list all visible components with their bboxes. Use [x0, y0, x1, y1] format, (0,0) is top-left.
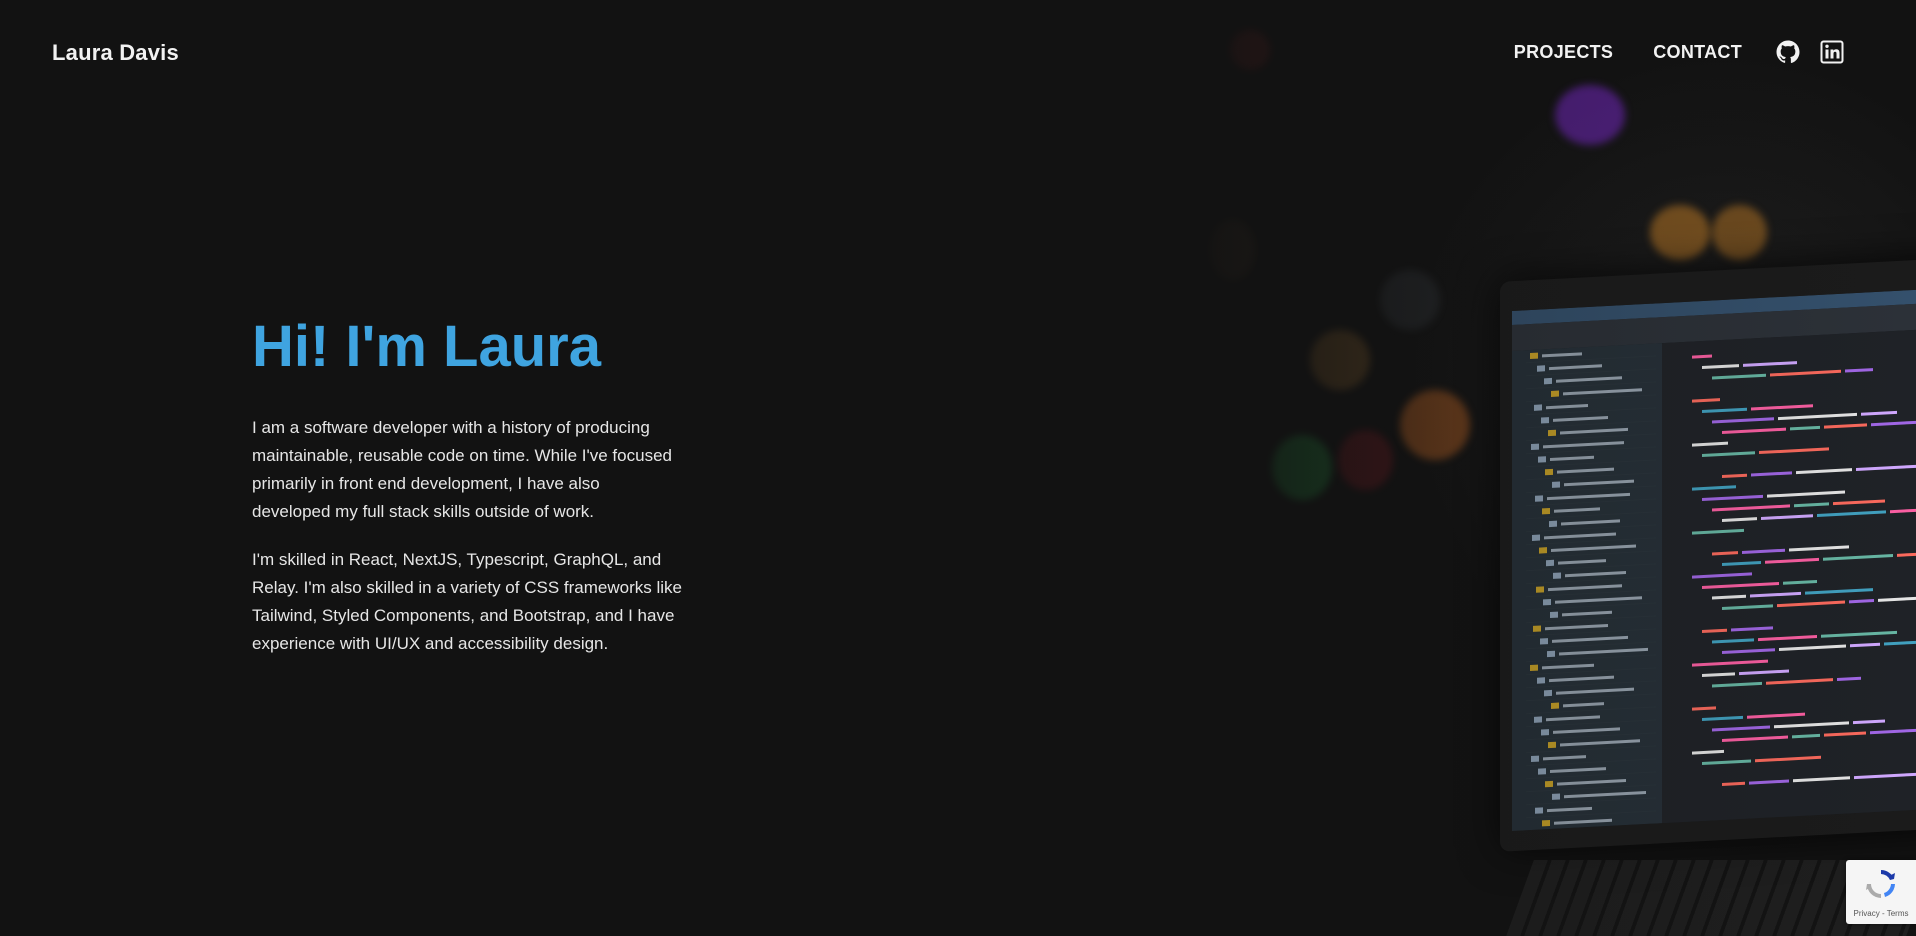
recaptcha-terms-link[interactable]: Terms: [1887, 909, 1909, 918]
recaptcha-privacy-link[interactable]: Privacy: [1854, 909, 1880, 918]
hero-paragraph-skills: I'm skilled in React, NextJS, Typescript…: [252, 550, 682, 653]
nav-links: PROJECTS CONTACT: [1514, 40, 1844, 64]
bokeh-light: [1210, 220, 1255, 280]
hero-paragraph-intro: I am a software developer with a history…: [252, 418, 672, 521]
bokeh-light: [1400, 390, 1470, 460]
bokeh-light: [1310, 330, 1370, 390]
social-icons: [1776, 40, 1844, 64]
bokeh-light: [1380, 270, 1440, 330]
bokeh-light: [1272, 435, 1332, 500]
hero-section: Hi! I'm Laura I am a software developer …: [252, 312, 692, 678]
laptop-screen: [1512, 288, 1916, 832]
page: Laura Davis PROJECTS CONTACT Hi! I'm Lau…: [0, 0, 1916, 936]
bokeh-light: [1712, 205, 1767, 260]
site-logo[interactable]: Laura Davis: [52, 40, 179, 66]
linkedin-icon[interactable]: [1820, 40, 1844, 64]
bokeh-light: [1650, 205, 1710, 260]
bokeh-light: [1338, 430, 1393, 490]
recaptcha-links: Privacy - Terms: [1854, 909, 1909, 918]
nav-link-projects[interactable]: PROJECTS: [1514, 42, 1613, 63]
recaptcha-badge[interactable]: Privacy - Terms: [1846, 860, 1916, 924]
recaptcha-icon: [1863, 866, 1899, 907]
recaptcha-separator: -: [1879, 909, 1887, 918]
github-icon[interactable]: [1776, 40, 1800, 64]
hero-title: Hi! I'm Laura: [252, 314, 601, 379]
screen-file-navigator: [1512, 343, 1663, 832]
nav-link-contact[interactable]: CONTACT: [1653, 42, 1742, 63]
screen-code-editor: [1662, 328, 1916, 824]
navbar: Laura Davis PROJECTS CONTACT: [0, 0, 1916, 106]
